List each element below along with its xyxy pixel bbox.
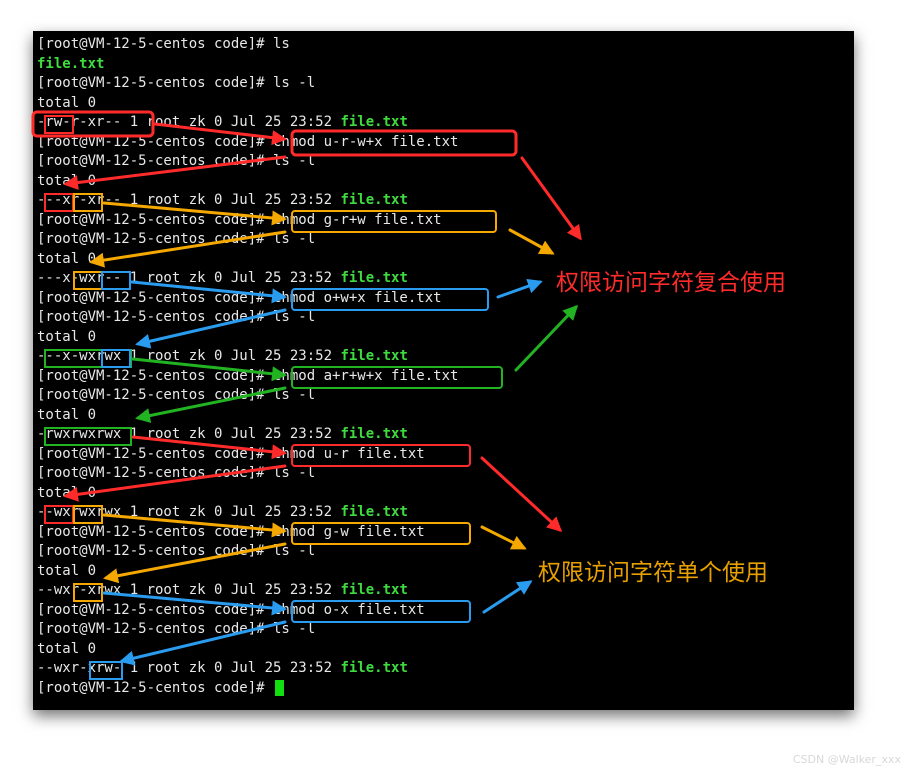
terminal-line: total 0 <box>37 172 96 191</box>
terminal-line: total 0 <box>37 640 96 659</box>
terminal-cursor <box>275 679 285 696</box>
terminal-line: -rw-r-xr-- 1 root zk 0 Jul 25 23:52 file… <box>37 113 408 132</box>
terminal-line: [root@VM-12-5-centos code]# chmod o+w+x … <box>37 289 442 308</box>
terminal-line-text: ---xr-xr-- 1 root zk 0 Jul 25 23:52 <box>37 192 341 208</box>
terminal-line-text: [root@VM-12-5-centos code]# ls -l <box>37 153 316 169</box>
terminal-line: total 0 <box>37 94 96 113</box>
terminal-line: [root@VM-12-5-centos code]# ls -l <box>37 230 315 249</box>
terminal-line-text: [root@VM-12-5-centos code]# ls -l <box>37 543 316 559</box>
terminal-line: total 0 <box>37 484 96 503</box>
terminal-line: [root@VM-12-5-centos code]# ls -l <box>37 464 315 483</box>
terminal-line-text: [root@VM-12-5-centos code]# ls -l <box>37 465 316 481</box>
terminal-line-text: [root@VM-12-5-centos code]# ls -l <box>37 309 316 325</box>
terminal-line-text: total 0 <box>37 406 97 423</box>
terminal-line-text: total 0 <box>37 250 97 267</box>
filename: file.txt <box>340 270 408 286</box>
terminal-line-text: ---x-wxrwx 1 root zk 0 Jul 25 23:52 <box>37 348 341 364</box>
terminal-line: [root@VM-12-5-centos code]# chmod o-x fi… <box>37 601 425 620</box>
annotation-combined-usage: 权限访问字符复合使用 <box>556 270 786 296</box>
terminal-line-text: -rwxrwxrwx 1 root zk 0 Jul 25 23:52 <box>37 426 341 442</box>
terminal-line-text: --wxrwxrwx 1 root zk 0 Jul 25 23:52 <box>37 504 341 520</box>
terminal-line: --wxr-xrwx 1 root zk 0 Jul 25 23:52 file… <box>37 581 408 600</box>
terminal-line: total 0 <box>37 250 96 269</box>
terminal-line-text: [root@VM-12-5-centos code]# ls -l <box>37 75 316 91</box>
terminal-window[interactable]: [root@VM-12-5-centos code]# ls file.txt [r… <box>33 31 854 710</box>
terminal-line-text: total 0 <box>37 172 97 189</box>
terminal-line: [root@VM-12-5-centos code]# ls <box>37 35 290 54</box>
terminal-line: ---x-wxrwx 1 root zk 0 Jul 25 23:52 file… <box>37 347 408 366</box>
terminal-line: [root@VM-12-5-centos code]# chmod g-w fi… <box>37 523 425 542</box>
terminal-line-text: total 0 <box>37 640 97 657</box>
filename: file.txt <box>37 55 105 72</box>
terminal-line: [root@VM-12-5-centos code]# ls -l <box>37 74 315 93</box>
terminal-line-text: [root@VM-12-5-centos code]# ls -l <box>37 621 316 637</box>
terminal-line-text: [root@VM-12-5-centos code]# ls <box>37 36 290 52</box>
terminal-line: --wxrwxrwx 1 root zk 0 Jul 25 23:52 file… <box>37 503 408 522</box>
terminal-line: ---xr-xr-- 1 root zk 0 Jul 25 23:52 file… <box>37 191 408 210</box>
terminal-line: [root@VM-12-5-centos code]# ls -l <box>37 542 315 561</box>
filename: file.txt <box>340 114 408 130</box>
watermark: CSDN @Walker_xxx <box>792 753 901 766</box>
terminal-line: total 0 <box>37 562 96 581</box>
screenshot-page: [root@VM-12-5-centos code]# ls file.txt [r… <box>0 0 919 776</box>
terminal-line: [root@VM-12-5-centos code]# chmod g-r+w … <box>37 211 442 230</box>
terminal-line-text: ---x-wxr-- 1 root zk 0 Jul 25 23:52 <box>37 270 341 286</box>
terminal-line: [root@VM-12-5-centos code]# <box>37 679 285 698</box>
terminal-line-text: [root@VM-12-5-centos code]# chmod u-r fi… <box>37 445 425 462</box>
terminal-line-text: total 0 <box>37 484 97 501</box>
terminal-line-text: [root@VM-12-5-centos code]# chmod o-x fi… <box>37 601 425 618</box>
terminal-line: [root@VM-12-5-centos code]# ls -l <box>37 620 315 639</box>
filename: file.txt <box>340 582 408 598</box>
terminal-line-text: [root@VM-12-5-centos code]# chmod u-r-w+… <box>37 133 459 150</box>
terminal-line: --wxr-xrw- 1 root zk 0 Jul 25 23:52 file… <box>37 659 408 678</box>
terminal-line: [root@VM-12-5-centos code]# ls -l <box>37 308 315 327</box>
filename: file.txt <box>340 192 408 208</box>
filename: file.txt <box>340 426 408 442</box>
annotation-single-usage: 权限访问字符单个使用 <box>538 560 768 586</box>
terminal-line-text: [root@VM-12-5-centos code]# <box>37 679 274 696</box>
terminal-line-text: --wxr-xrw- 1 root zk 0 Jul 25 23:52 <box>37 660 341 676</box>
terminal-line: ---x-wxr-- 1 root zk 0 Jul 25 23:52 file… <box>37 269 408 288</box>
filename: file.txt <box>340 504 408 520</box>
terminal-line: [root@VM-12-5-centos code]# ls -l <box>37 152 315 171</box>
terminal-line-text: total 0 <box>37 94 97 111</box>
terminal-line-text: [root@VM-12-5-centos code]# chmod o+w+x … <box>37 289 442 306</box>
terminal-line: [root@VM-12-5-centos code]# chmod u-r fi… <box>37 445 425 464</box>
terminal-line: total 0 <box>37 328 96 347</box>
terminal-line-text: [root@VM-12-5-centos code]# chmod g-r+w … <box>37 211 442 228</box>
terminal-line-text: --wxr-xrwx 1 root zk 0 Jul 25 23:52 <box>37 582 341 598</box>
terminal-line-text: [root@VM-12-5-centos code]# chmod g-w fi… <box>37 523 425 540</box>
terminal-line: total 0 <box>37 406 96 425</box>
terminal-line: -rwxrwxrwx 1 root zk 0 Jul 25 23:52 file… <box>37 425 408 444</box>
filename: file.txt <box>340 660 408 676</box>
terminal-line: [root@VM-12-5-centos code]# chmod u-r-w+… <box>37 133 458 152</box>
terminal-line-text: -rw-r-xr-- 1 root zk 0 Jul 25 23:52 <box>37 114 341 130</box>
terminal-line: [root@VM-12-5-centos code]# chmod a+r+w+… <box>37 367 458 386</box>
terminal-line-text: [root@VM-12-5-centos code]# ls -l <box>37 387 316 403</box>
terminal-line-text: [root@VM-12-5-centos code]# ls -l <box>37 231 316 247</box>
terminal-line-text: [root@VM-12-5-centos code]# chmod a+r+w+… <box>37 367 459 384</box>
terminal-line-text: total 0 <box>37 328 97 345</box>
terminal-line-text: total 0 <box>37 562 97 579</box>
terminal-line: [root@VM-12-5-centos code]# ls -l <box>37 386 315 405</box>
terminal-line: file.txt <box>37 55 104 74</box>
filename: file.txt <box>340 348 408 364</box>
